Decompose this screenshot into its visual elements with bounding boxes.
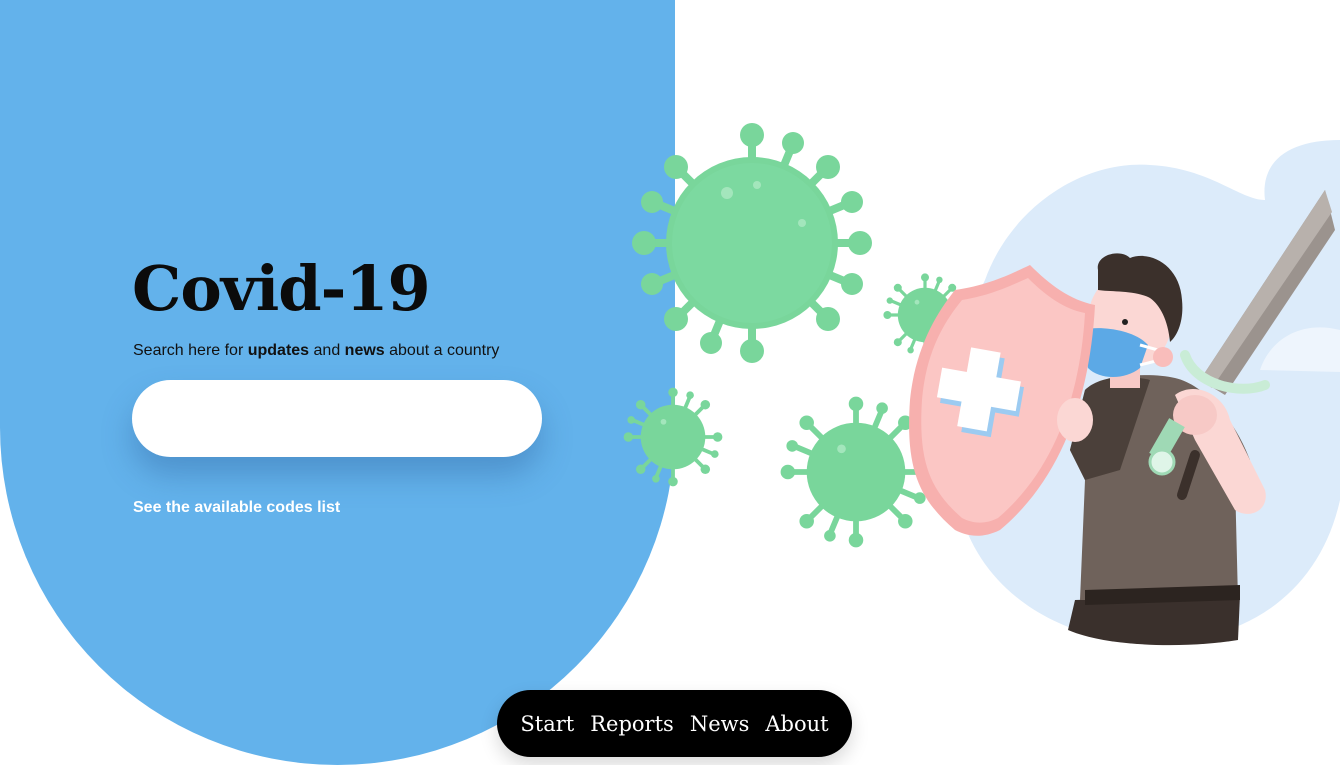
subtitle-text: Search here for — [133, 342, 248, 359]
page: Covid-19 Search here for updates and new… — [0, 0, 1340, 765]
subtitle-news: news — [344, 342, 385, 359]
subtitle-text: and — [309, 342, 345, 359]
bottom-nav: Start Reports News About — [497, 690, 852, 757]
subtitle-text: about a country — [384, 342, 500, 359]
country-search-input[interactable] — [132, 380, 542, 457]
virus-icon — [632, 123, 872, 363]
virus-icon — [781, 397, 932, 548]
virus-icon — [621, 385, 725, 489]
subtitle-updates: updates — [247, 342, 310, 359]
nav-item-start[interactable]: Start — [520, 712, 574, 736]
nav-item-about[interactable]: About — [765, 712, 828, 736]
codes-list-link[interactable]: See the available codes list — [133, 499, 340, 517]
search-description: Search here for updates and news about a… — [133, 342, 499, 360]
nav-item-reports[interactable]: Reports — [590, 712, 674, 736]
page-title: Covid-19 — [132, 252, 431, 325]
nav-item-news[interactable]: News — [690, 712, 750, 736]
